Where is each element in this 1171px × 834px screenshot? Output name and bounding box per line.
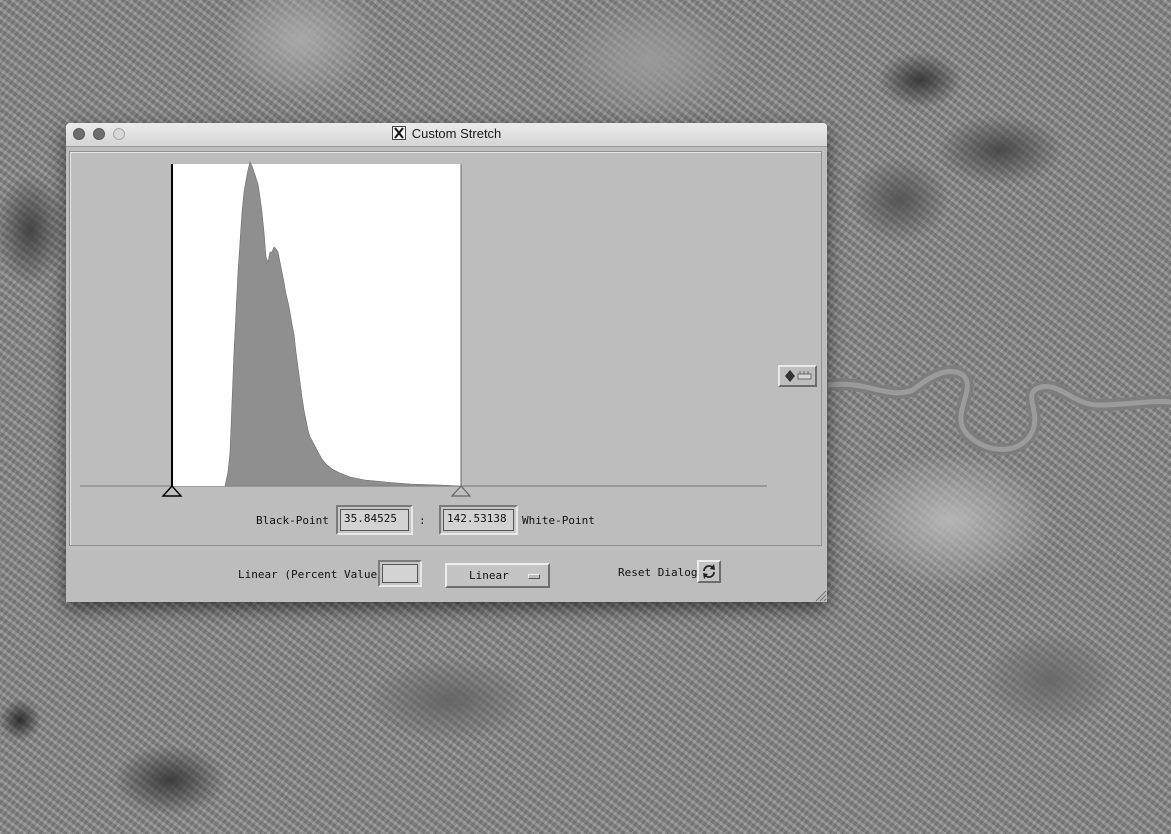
refresh-icon	[703, 564, 715, 579]
black-point-field[interactable]: 35.84525	[336, 505, 413, 535]
stretch-type-dropdown[interactable]: Linear	[445, 563, 550, 588]
title-bar[interactable]: Custom Stretch	[66, 123, 827, 147]
black-point-input[interactable]: 35.84525	[340, 509, 409, 531]
linear-percent-input[interactable]	[382, 564, 418, 583]
reset-dialog-button[interactable]	[697, 560, 721, 583]
stretch-type-selected: Linear	[469, 569, 509, 582]
black-point-marker[interactable]	[161, 484, 183, 497]
white-point-label: White-Point	[522, 514, 595, 527]
black-point-label: Black-Point	[256, 514, 329, 527]
white-point-marker[interactable]	[450, 485, 472, 497]
linear-percent-field[interactable]	[378, 560, 422, 587]
white-point-input[interactable]: 142.53138	[443, 509, 514, 531]
x11-icon	[391, 126, 406, 140]
resize-grip-icon[interactable]	[813, 588, 827, 602]
river-thames-image	[828, 365, 1171, 456]
scroll-arrows-button[interactable]	[778, 365, 817, 387]
reset-dialog-label: Reset Dialog	[618, 566, 698, 579]
diamond-arrows-icon	[785, 370, 812, 382]
range-separator: :	[419, 514, 426, 527]
custom-stretch-dialog: Custom Stretch Black-Point 35.84525: 14…	[66, 123, 827, 602]
stretch-range-area	[172, 164, 461, 486]
dropdown-indicator-icon	[528, 574, 540, 579]
histogram-plot	[80, 161, 767, 497]
linear-percent-label: Linear (Percent Value)	[238, 568, 384, 581]
window-title: Custom Stretch	[411, 126, 502, 141]
window-title-area: Custom Stretch	[66, 126, 827, 141]
histogram-panel: Black-Point 35.84525 : 142.53138 White-P…	[69, 151, 822, 546]
white-point-field[interactable]: 142.53138	[439, 505, 518, 535]
